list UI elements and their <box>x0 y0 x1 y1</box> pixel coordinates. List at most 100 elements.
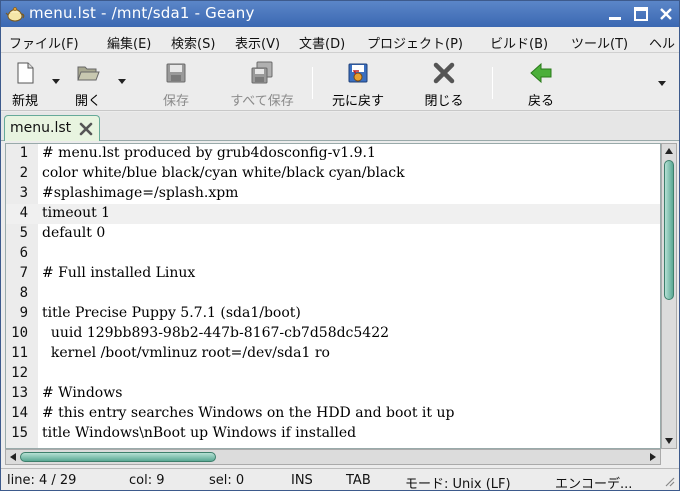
vertical-scroll-thumb[interactable] <box>664 160 674 300</box>
tab-close-icon[interactable] <box>79 122 93 136</box>
line-text: default 0 <box>42 225 106 241</box>
line-text: color white/blue black/cyan white/black … <box>42 165 405 181</box>
toolbar-overflow-arrow-icon[interactable] <box>658 81 666 86</box>
scroll-left-arrow-icon[interactable] <box>9 453 17 461</box>
line-number: 12 <box>11 365 28 381</box>
line-number: 3 <box>19 185 28 201</box>
save-button[interactable]: 保存 <box>153 59 199 109</box>
scroll-right-arrow-icon[interactable] <box>649 453 657 461</box>
close-label: 閉じる <box>424 94 464 109</box>
editor-line[interactable]: 9 title Precise Puppy 5.7.1 (sda1/boot) <box>6 304 660 324</box>
editor-line[interactable]: 10 uuid 129bb893-98b2-447b-8167-cb7d58dc… <box>6 324 660 344</box>
status-col: col: 9 <box>129 473 165 488</box>
resize-grip-icon[interactable] <box>663 475 675 487</box>
close-window-icon[interactable] <box>657 5 675 23</box>
status-encoding: エンコーデ... <box>555 477 633 490</box>
editor-line[interactable]: 3 #splashimage=/splash.xpm <box>6 184 660 204</box>
editor-line[interactable]: 12 <box>6 364 660 384</box>
vertical-scrollbar[interactable] <box>661 143 677 449</box>
revert-icon <box>348 63 368 83</box>
menu-view[interactable]: 表示(V) <box>235 33 280 52</box>
line-number: 5 <box>19 225 28 241</box>
line-text: # Windows <box>42 385 123 401</box>
line-number: 7 <box>19 265 28 281</box>
editor-line[interactable]: 2 color white/blue black/cyan white/black… <box>6 164 660 184</box>
line-number: 1 <box>19 145 28 161</box>
toolbar-separator <box>492 67 493 99</box>
line-number: 9 <box>19 305 28 321</box>
document-tab-bar: menu.lst <box>1 112 679 141</box>
menu-search[interactable]: 検索(S) <box>171 33 215 52</box>
new-file-icon <box>17 62 34 84</box>
open-folder-icon <box>77 66 100 81</box>
revert-label: 元に戻す <box>331 94 384 109</box>
horizontal-scrollbar[interactable] <box>5 449 661 465</box>
save-all-button[interactable]: すべて保存 <box>223 59 301 109</box>
status-mode: モード: Unix (LF) <box>405 477 511 490</box>
status-tab: TAB <box>346 473 371 488</box>
code-editor[interactable]: 1 # menu.lst produced by grub4dosconfig-v… <box>5 143 661 449</box>
scroll-down-arrow-icon[interactable] <box>665 437 673 445</box>
revert-button[interactable]: 元に戻す <box>327 59 389 109</box>
editor-line[interactable]: 1 # menu.lst produced by grub4dosconfig-v… <box>6 144 660 164</box>
line-text: # menu.lst produced by grub4dosconfig-v1… <box>42 145 376 161</box>
line-text: # Full installed Linux <box>42 265 196 281</box>
geany-teapot-icon <box>5 7 25 22</box>
line-text: uuid 129bb893-98b2-447b-8167-cb7d58dc542… <box>42 325 390 341</box>
window-title: menu.lst - /mnt/sda1 - Geany <box>29 4 255 22</box>
editor-line[interactable]: 13 # Windows <box>6 384 660 404</box>
back-label: 戻る <box>527 94 554 109</box>
line-number: 11 <box>11 345 28 361</box>
line-number: 15 <box>11 425 28 441</box>
open-button[interactable]: 開く <box>67 59 109 109</box>
maximize-icon[interactable] <box>632 5 650 23</box>
menu-build[interactable]: ビルド(B) <box>490 33 548 52</box>
scroll-up-arrow-icon[interactable] <box>665 147 673 155</box>
horizontal-scroll-thumb[interactable] <box>20 452 216 462</box>
menu-project[interactable]: プロジェクト(P) <box>367 33 463 52</box>
back-arrow-icon <box>530 62 552 84</box>
geany-window: menu.lst - /mnt/sda1 - Geany ファイル(F) 編集(… <box>0 0 680 491</box>
editor-line[interactable]: 5 default 0 <box>6 224 660 244</box>
status-sel: sel: 0 <box>209 473 245 488</box>
open-dropdown-arrow-icon[interactable] <box>118 79 126 84</box>
line-text: title Windows\nBoot up Windows if instal… <box>42 425 357 441</box>
menu-document[interactable]: 文書(D) <box>299 33 345 52</box>
editor-line[interactable]: 7 # Full installed Linux <box>6 264 660 284</box>
menu-edit[interactable]: 編集(E) <box>107 33 151 52</box>
menu-file[interactable]: ファイル(F) <box>9 33 79 52</box>
new-button[interactable]: 新規 <box>7 59 43 109</box>
back-button[interactable]: 戻る <box>519 59 563 109</box>
line-number: 2 <box>19 165 28 181</box>
line-text: #splashimage=/splash.xpm <box>42 185 239 201</box>
status-ins: INS <box>291 473 313 488</box>
editor-line[interactable]: 6 <box>6 244 660 264</box>
new-dropdown-arrow-icon[interactable] <box>52 79 60 84</box>
close-button[interactable]: 閉じる <box>419 59 469 109</box>
save-all-label: すべて保存 <box>230 94 294 109</box>
open-label: 開く <box>74 94 101 109</box>
line-number: 8 <box>19 285 28 301</box>
editor-line[interactable]: 8 <box>6 284 660 304</box>
tab-menu-lst[interactable]: menu.lst <box>4 115 100 141</box>
line-number: 10 <box>11 325 28 341</box>
menu-help[interactable]: ヘル <box>649 33 675 52</box>
editor-line[interactable]: 14 # this entry searches Windows on the H… <box>6 404 660 424</box>
line-text: # this entry searches Windows on the HDD… <box>42 405 455 421</box>
title-bar: menu.lst - /mnt/sda1 - Geany <box>1 1 679 27</box>
editor-line[interactable]: 15 title Windows\nBoot up Windows if inst… <box>6 424 660 444</box>
menu-bar: ファイル(F) 編集(E) 検索(S) 表示(V) 文書(D) プロジェクト(P… <box>1 28 679 53</box>
status-bar: line: 4 / 29 col: 9 sel: 0 INS TAB モード: … <box>1 468 679 490</box>
toolbar: 新規 開く 保存 すべて保存 元に戻す 閉じる 戻る <box>1 54 679 111</box>
line-number: 13 <box>11 385 28 401</box>
status-line: line: 4 / 29 <box>7 473 77 488</box>
editor-line[interactable]: 4 timeout 1 <box>6 204 660 224</box>
line-number: 4 <box>19 205 28 221</box>
toolbar-separator <box>312 67 313 99</box>
minimize-icon[interactable] <box>606 5 624 23</box>
editor-line[interactable]: 11 kernel /boot/vmlinuz root=/dev/sda1 r… <box>6 344 660 364</box>
line-text: timeout 1 <box>42 205 111 221</box>
line-text: kernel /boot/vmlinuz root=/dev/sda1 ro <box>42 345 330 361</box>
line-number: 6 <box>19 245 28 261</box>
menu-tools[interactable]: ツール(T) <box>571 33 628 52</box>
